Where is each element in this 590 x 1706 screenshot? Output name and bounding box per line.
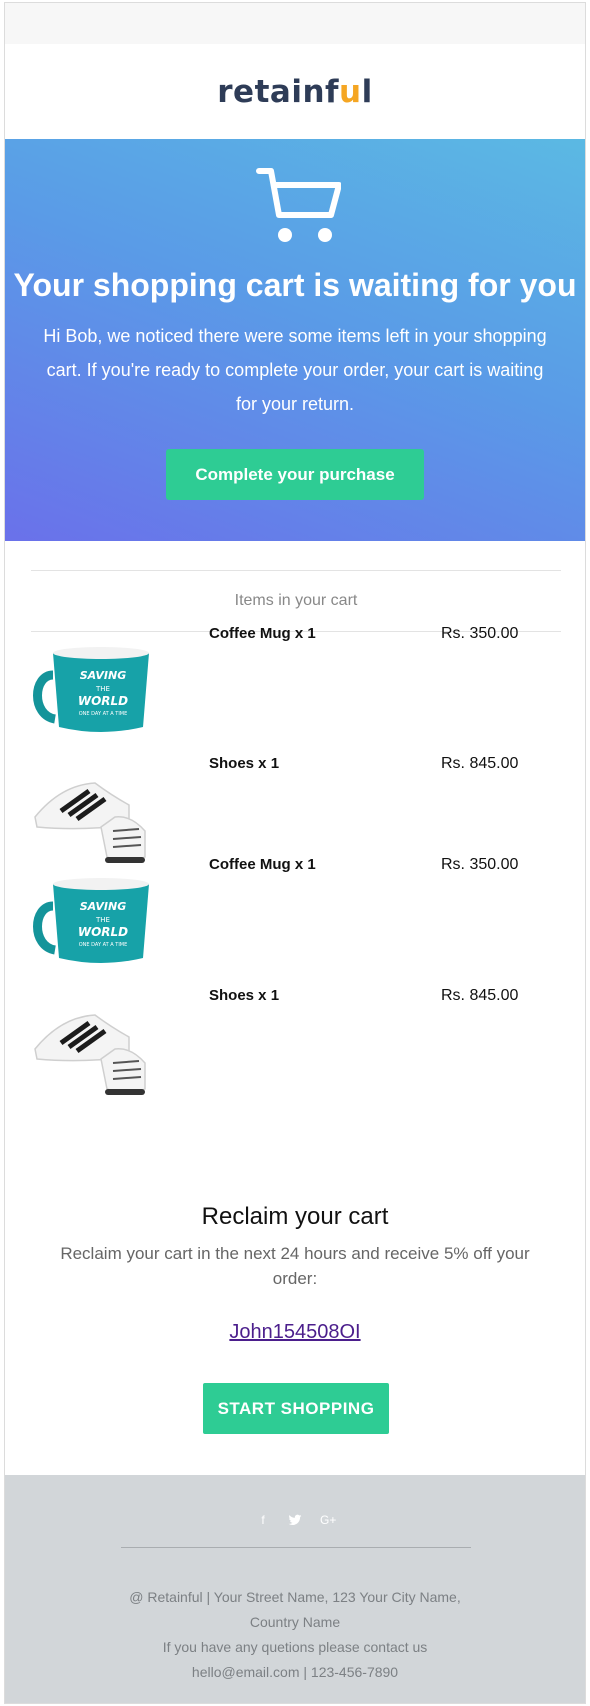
facebook-icon[interactable]: f <box>256 1513 270 1527</box>
coffee-mug-image[interactable]: SAVING THE WORLD ONE DAY AT A TIME <box>31 866 159 976</box>
item-price: Rs. 350.00 <box>441 856 519 873</box>
email-frame: retainful Your shopping cart is waiting … <box>4 2 586 1704</box>
item-name: Shoes x 1 <box>209 987 280 1004</box>
footer: f G+ @ Retainful | Your Street Name, 123… <box>5 1475 585 1703</box>
svg-text:WORLD: WORLD <box>78 694 128 708</box>
hero-banner: Your shopping cart is waiting for you Hi… <box>5 139 585 541</box>
google-plus-icon[interactable]: G+ <box>320 1513 336 1527</box>
sneakers-image[interactable] <box>31 997 159 1107</box>
logo-row: retainful <box>5 44 585 139</box>
svg-text:SAVING: SAVING <box>80 900 127 913</box>
svg-text:SAVING: SAVING <box>80 669 127 682</box>
item-name: Shoes x 1 <box>209 755 280 772</box>
shopping-cart-icon <box>256 168 341 242</box>
top-bar <box>5 3 585 44</box>
items-heading: Items in your cart <box>31 570 561 632</box>
reclaim-title: Reclaim your cart <box>201 1203 389 1230</box>
footer-divider <box>121 1547 471 1548</box>
svg-text:WORLD: WORLD <box>78 925 128 939</box>
coupon-code: John154508OI <box>5 1321 585 1344</box>
hero-message: Hi Bob, we noticed there were some items… <box>43 326 547 414</box>
item-price: Rs. 350.00 <box>441 625 519 642</box>
item-price: Rs. 845.00 <box>441 987 519 1004</box>
cart-item: SAVING THE WORLD ONE DAY AT A TIME Coffe… <box>31 625 561 765</box>
cart-item: SAVING THE WORLD ONE DAY AT A TIME Coffe… <box>31 856 561 996</box>
item-price: Rs. 845.00 <box>441 755 519 772</box>
item-name: Coffee Mug x 1 <box>209 625 316 642</box>
retainful-logo[interactable]: retainful <box>217 74 372 110</box>
coupon-code-link[interactable]: John154508OI <box>229 1321 360 1343</box>
svg-text:THE: THE <box>95 916 110 924</box>
contact-info[interactable]: hello@email.com | 123-456-7890 <box>105 1660 485 1685</box>
reclaim-message: Reclaim your cart in the next 24 hours a… <box>60 1244 530 1288</box>
twitter-icon[interactable] <box>288 1513 302 1527</box>
svg-text:THE: THE <box>95 685 110 693</box>
footer-address: @ Retainful | Your Street Name, 123 Your… <box>105 1585 485 1685</box>
coffee-mug-image[interactable]: SAVING THE WORLD ONE DAY AT A TIME <box>31 635 159 745</box>
start-shopping-button[interactable]: START SHOPPING <box>203 1383 389 1434</box>
social-links: f G+ <box>5 1513 585 1527</box>
cart-item: Shoes x 1 Rs. 845.00 <box>31 987 561 1127</box>
item-name: Coffee Mug x 1 <box>209 856 316 873</box>
svg-text:ONE DAY AT A TIME: ONE DAY AT A TIME <box>79 942 128 948</box>
svg-text:ONE DAY AT A TIME: ONE DAY AT A TIME <box>79 711 128 717</box>
complete-purchase-button[interactable]: Complete your purchase <box>166 449 424 500</box>
hero-title: Your shopping cart is waiting for you <box>13 267 577 303</box>
